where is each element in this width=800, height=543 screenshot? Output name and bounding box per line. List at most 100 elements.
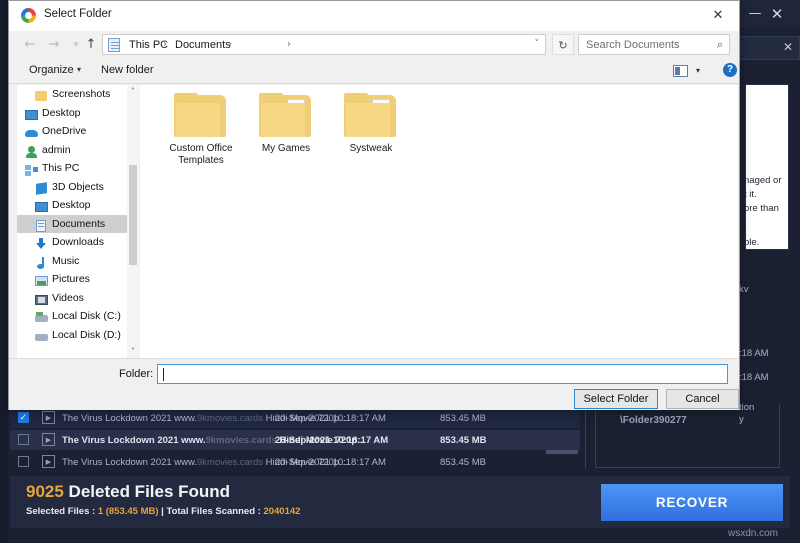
sidebar-item-videos[interactable]: Videos	[17, 289, 137, 308]
table-row[interactable]: ▶ The Virus Lockdown 2021 www.9kmovies.c…	[10, 430, 580, 450]
drive-icon	[35, 329, 48, 341]
folder-icon	[342, 91, 400, 139]
scroll-up-icon[interactable]: ˄	[127, 85, 139, 98]
desktop-icon	[35, 199, 48, 212]
sidebar-item-screenshots[interactable]: Screenshots	[17, 85, 137, 104]
file-date: 20-Sep-2021 10:18:17 AM	[275, 435, 389, 446]
search-placeholder: Search Documents	[586, 39, 680, 51]
text-caret	[163, 368, 164, 381]
file-size: 853.45 MB	[440, 435, 487, 446]
sidebar-scrollbar[interactable]: ˄ ˅	[127, 85, 139, 358]
back-icon[interactable]: ←	[20, 35, 40, 55]
help-icon[interactable]: ?	[723, 63, 737, 77]
tip-line-5: ble.	[744, 237, 760, 248]
sidebar-item-desktop[interactable]: Desktop	[17, 196, 137, 215]
dialog-title: Select Folder	[44, 8, 112, 20]
app-sub-close-icon[interactable]: ✕	[783, 40, 793, 54]
breadcrumb-documents[interactable]: Documents	[175, 39, 231, 51]
breadcrumb-this-pc[interactable]: This PC	[129, 39, 168, 51]
select-folder-button[interactable]: Select Folder	[574, 389, 658, 409]
dialog-bottom-bar: Folder: Select Folder Cancel	[9, 358, 739, 410]
sidebar-item-onedrive[interactable]: OneDrive	[17, 122, 137, 141]
folder-name-input[interactable]	[157, 364, 728, 384]
sidebar-item-3d-objects[interactable]: 3D Objects	[17, 178, 137, 197]
sidebar-item-label: admin	[42, 143, 71, 156]
tip-line-1: naged or	[744, 175, 782, 186]
file-size: 853.45 MB	[440, 413, 486, 424]
navigation-sidebar[interactable]: Screenshots Desktop OneDrive admin This PC 3D…	[17, 85, 137, 358]
sidebar-item-desktop[interactable]: Desktop	[17, 104, 137, 123]
videos-icon	[35, 292, 48, 305]
cancel-button[interactable]: Cancel	[666, 389, 739, 409]
location-panel	[595, 404, 780, 468]
sidebar-item-label: Music	[52, 254, 80, 267]
folder-icon	[35, 88, 48, 101]
folder-list-pane[interactable]: Custom Office Templates My Games Systweak	[140, 85, 738, 358]
sidebar-item-label: Pictures	[52, 273, 90, 285]
up-icon[interactable]: ↑	[81, 35, 101, 55]
sidebar-item-label: Local Disk (C:)	[52, 310, 121, 322]
sidebar-item-downloads[interactable]: Downloads	[17, 233, 137, 252]
view-options-icon[interactable]	[673, 65, 688, 77]
sidebar-item-admin[interactable]: admin	[17, 141, 137, 160]
search-icon[interactable]: ⌕	[717, 38, 723, 52]
folder-label: Systweak	[349, 143, 393, 154]
row-checkbox[interactable]	[18, 456, 29, 467]
sidebar-item-music[interactable]: Music	[17, 252, 137, 271]
right-fragment-3: :18 AM	[739, 372, 769, 383]
dialog-toolbar: Organize ▾ New folder ▾ ?	[9, 58, 739, 84]
documents-breadcrumb-icon	[108, 38, 120, 52]
download-icon	[35, 236, 48, 249]
sidebar-item-label: Desktop	[42, 106, 81, 119]
left-edge-strip	[0, 0, 8, 543]
documents-icon	[35, 218, 48, 232]
chevron-down-icon[interactable]: ▾	[696, 66, 700, 75]
folder-icon	[172, 91, 230, 139]
sidebar-item-label: 3D Objects	[52, 180, 104, 193]
chevron-down-icon[interactable]: ˅	[535, 39, 540, 49]
drive-c-icon	[35, 310, 48, 322]
sidebar-item-label: Local Disk (D:)	[52, 328, 121, 341]
sidebar-item-pictures[interactable]: Pictures	[17, 270, 137, 289]
table-row[interactable]: ▶ The Virus Lockdown 2021 www.9kmovies.c…	[10, 452, 580, 472]
file-size: 853.45 MB	[440, 457, 486, 468]
forward-icon[interactable]: →	[44, 35, 64, 55]
sidebar-item-label: Videos	[52, 291, 84, 304]
sidebar-item-label: This PC	[42, 162, 80, 174]
sidebar-item-this-pc[interactable]: This PC	[17, 159, 137, 178]
desktop-icon	[25, 107, 38, 120]
tip-line-2: t it.	[744, 189, 757, 200]
row-checkbox[interactable]	[18, 434, 29, 445]
new-folder-button[interactable]: New folder	[101, 64, 154, 76]
sidebar-item-label: Documents	[52, 217, 106, 230]
scroll-down-icon[interactable]: ˅	[127, 345, 139, 358]
chevron-down-icon[interactable]: ▾	[77, 65, 81, 74]
recover-button[interactable]: RECOVER	[601, 484, 783, 521]
sidebar-item-label: OneDrive	[42, 125, 87, 137]
location-value: \Folder390277	[620, 415, 687, 426]
cube-icon	[35, 181, 48, 195]
sidebar-item-documents[interactable]: Documents	[17, 214, 137, 233]
user-icon	[25, 144, 38, 158]
scrollbar-thumb[interactable]	[129, 165, 137, 265]
app-logo-icon	[21, 8, 36, 23]
dialog-close-button[interactable]: ✕	[701, 1, 735, 30]
sidebar-item-local-disk-d[interactable]: Local Disk (D:)	[17, 326, 137, 345]
total-scanned-value: 2040142	[263, 506, 301, 517]
navigation-bar: ← → ▾ ↑ › This PC › Documents › ˅ ↻ Sear…	[9, 31, 739, 58]
row-checkbox[interactable]: ✓	[18, 412, 29, 423]
app-close-button[interactable]: ✕	[762, 0, 792, 28]
sidebar-item-local-disk-c[interactable]: Local Disk (C:)	[17, 307, 137, 326]
video-file-icon: ▶	[42, 433, 55, 446]
watermark: wsxdn.com	[728, 528, 779, 539]
organize-button[interactable]: Organize	[29, 64, 74, 76]
cloud-icon	[25, 125, 38, 137]
table-row[interactable]: ✓ ▶ The Virus Lockdown 2021 www.9kmovies…	[10, 408, 580, 428]
address-bar[interactable]: › This PC › Documents › ˅	[102, 34, 546, 55]
file-date: 20-Sep-2021 10:18:17 AM	[275, 413, 386, 424]
refresh-icon[interactable]: ↻	[552, 34, 574, 55]
search-input[interactable]: Search Documents ⌕	[578, 34, 730, 55]
folder-item[interactable]: Systweak	[321, 91, 421, 155]
dialog-titlebar: Select Folder ✕	[9, 1, 739, 31]
folder-field-label: Folder:	[119, 368, 154, 380]
